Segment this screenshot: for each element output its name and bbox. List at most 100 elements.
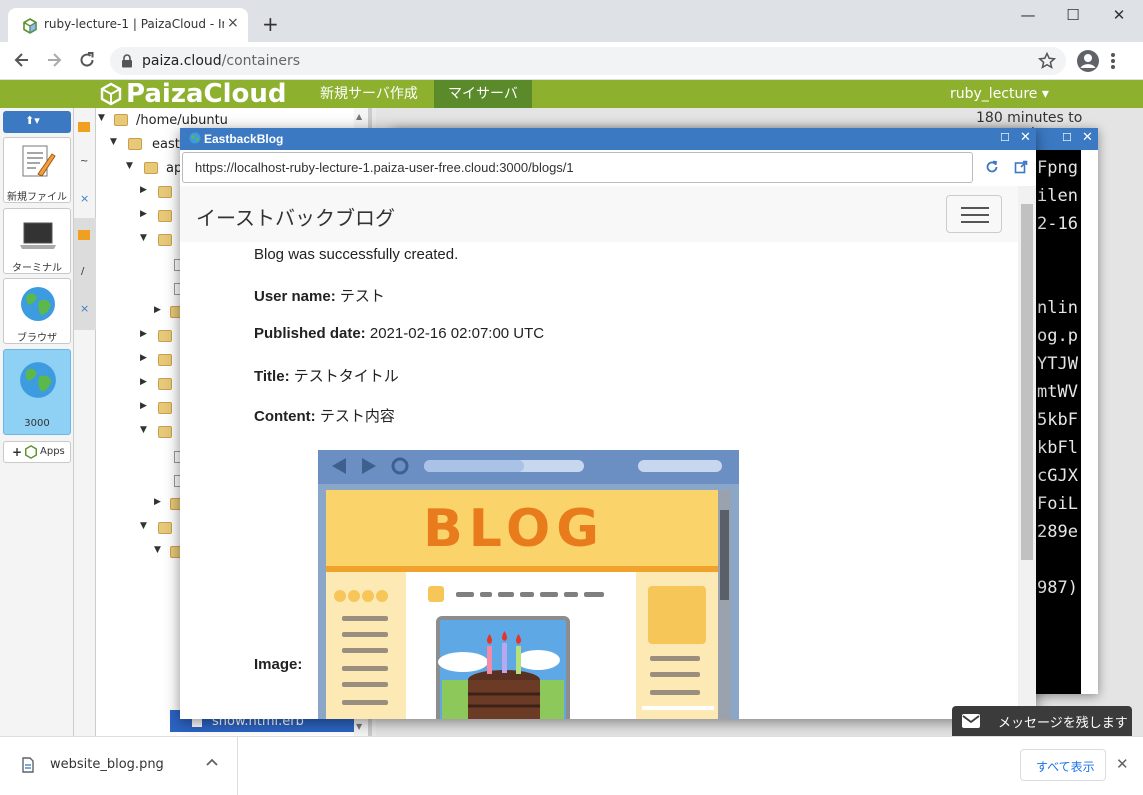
url-text: paiza.cloud/containers <box>142 53 301 69</box>
add-apps-button[interactable]: + Apps <box>3 441 71 463</box>
nav-new-server[interactable]: 新規サーバ作成 <box>306 80 432 108</box>
tab-title: ruby-lecture-1 | PaizaCloud - Inst <box>44 17 224 31</box>
folder-icon <box>158 234 172 246</box>
browser-tab[interactable]: ruby-lecture-1 | PaizaCloud - Inst × <box>8 8 248 42</box>
blog-logo-text: BLOG <box>423 499 605 559</box>
browser-url-text: https://localhost-ruby-lecture-1.paiza-u… <box>195 160 574 175</box>
chrome-menu-icon[interactable] <box>1110 51 1116 71</box>
port-label: 3000 <box>24 418 50 429</box>
globe-icon <box>18 360 58 400</box>
port-3000-button[interactable]: 3000 <box>3 349 71 435</box>
terminal-line: YTJW <box>1037 354 1078 374</box>
window-maximize-icon[interactable]: ☐ <box>1000 131 1010 144</box>
tab-close-icon[interactable]: × <box>80 302 89 315</box>
collapse-icon[interactable]: ▶ <box>140 377 147 387</box>
terminal-line: cGJX <box>1037 466 1078 486</box>
window-maximize-icon[interactable]: ☐ <box>1062 131 1072 144</box>
downloads-bar: website_blog.png すべて表示 ✕ <box>0 736 1143 795</box>
minimize-button[interactable]: — <box>1013 6 1043 24</box>
browser-titlebar[interactable]: EastbackBlog ☐ ✕ <box>180 128 1036 150</box>
folder-icon <box>128 138 142 150</box>
new-tab-button[interactable]: + <box>262 12 279 36</box>
browser-url-input[interactable]: https://localhost-ruby-lecture-1.paiza-u… <box>182 152 973 183</box>
window-close-button[interactable]: ✕ <box>1104 6 1134 24</box>
browser-button[interactable]: ブラウザ <box>3 278 71 344</box>
browser-scrollbar-thumb[interactable] <box>1021 204 1033 560</box>
open-external-icon[interactable] <box>1014 160 1028 174</box>
terminal-line: 289e <box>1037 522 1078 542</box>
field-content: Content: テスト内容 <box>254 408 395 425</box>
field-image-label: Image: <box>254 656 303 673</box>
user-menu[interactable]: ruby_lecture ▾ <box>950 80 1049 108</box>
collapse-icon[interactable]: ▶ <box>140 329 147 339</box>
plus-icon: + <box>12 445 23 459</box>
tab-close-icon[interactable]: × <box>227 15 239 31</box>
folder-tab-icon[interactable] <box>78 122 90 132</box>
folder-icon <box>158 378 172 390</box>
hamburger-icon <box>961 206 989 224</box>
menu-dropdown-icon: ⬆▾ <box>25 114 40 127</box>
sidebar-menu-button[interactable]: ⬆▾ <box>3 111 71 133</box>
browser-window[interactable]: EastbackBlog ☐ ✕ https://localhost-ruby-… <box>180 128 1036 719</box>
download-filename: website_blog.png <box>50 757 164 772</box>
expand-icon[interactable]: ▼ <box>140 233 147 243</box>
folder-icon <box>144 162 158 174</box>
address-bar[interactable]: paiza.cloud/containers <box>110 47 1066 75</box>
terminal-line: Fpng <box>1037 158 1078 178</box>
terminal-laptop-icon <box>18 221 58 251</box>
tab-marker: / <box>81 266 85 277</box>
terminal-line: FoiL <box>1037 494 1078 514</box>
scroll-up-icon[interactable]: ▲ <box>356 112 362 121</box>
browser-label: ブラウザ <box>17 333 57 344</box>
window-close-icon[interactable]: ✕ <box>1020 130 1031 145</box>
site-brand[interactable]: イーストバックブログ <box>196 202 395 231</box>
collapse-icon[interactable]: ▶ <box>140 401 147 411</box>
tree-root[interactable]: /home/ubuntu <box>136 113 228 128</box>
maximize-button[interactable]: ☐ <box>1058 6 1088 24</box>
tab-close-icon[interactable]: × <box>80 192 89 205</box>
reload-icon[interactable] <box>77 50 97 70</box>
terminal-line: ilen <box>1037 186 1078 206</box>
navbar-toggle-button[interactable] <box>946 195 1002 233</box>
envelope-icon <box>962 714 980 728</box>
download-item[interactable]: website_blog.png <box>0 737 238 795</box>
collapse-icon[interactable]: ▶ <box>154 497 161 507</box>
collapse-icon[interactable]: ▶ <box>140 209 147 219</box>
expand-icon[interactable]: ▼ <box>154 545 161 555</box>
back-icon[interactable] <box>12 50 32 70</box>
chevron-up-icon[interactable] <box>206 757 218 767</box>
paiza-logo[interactable]: PaizaCloud <box>126 80 286 108</box>
profile-avatar-icon[interactable] <box>1076 49 1100 73</box>
terminal-label: ターミナル <box>12 263 62 274</box>
apps-cube-icon <box>24 445 38 459</box>
forward-icon[interactable] <box>44 50 64 70</box>
nav-my-server[interactable]: マイサーバ <box>434 80 532 108</box>
leave-message-button[interactable]: メッセージを残します <box>952 706 1132 736</box>
terminal-line: nlin <box>1037 298 1078 318</box>
window-close-icon[interactable]: ✕ <box>1082 130 1093 145</box>
bookmark-star-icon[interactable] <box>1038 52 1056 70</box>
folder-icon <box>114 114 128 126</box>
collapse-icon[interactable]: ▶ <box>140 353 147 363</box>
collapse-icon[interactable]: ▶ <box>140 185 147 195</box>
downloads-close-icon[interactable]: ✕ <box>1116 755 1129 773</box>
expand-icon[interactable]: ▼ <box>98 113 105 123</box>
expand-icon[interactable]: ▼ <box>140 425 147 435</box>
expand-icon[interactable]: ▼ <box>110 137 117 147</box>
panel-tabs: ~ × / × <box>74 108 96 736</box>
expand-icon[interactable]: ▼ <box>126 161 133 171</box>
terminal-button[interactable]: ターミナル <box>3 208 71 274</box>
terminal-line: mtWV <box>1037 382 1078 402</box>
new-file-button[interactable]: 新規ファイル <box>3 137 71 203</box>
show-all-button[interactable]: すべて表示 <box>1020 749 1106 781</box>
collapse-icon[interactable]: ▶ <box>154 305 161 315</box>
terminal-line: og.p <box>1037 326 1078 346</box>
expand-icon[interactable]: ▼ <box>140 521 147 531</box>
refresh-icon[interactable] <box>985 160 999 174</box>
lock-icon <box>121 54 133 68</box>
terminal-line: 2-16 <box>1037 214 1078 234</box>
active-panel-tab[interactable]: / × <box>74 218 96 330</box>
scroll-down-icon[interactable]: ▼ <box>356 722 362 731</box>
tree-item[interactable]: east <box>152 137 180 152</box>
